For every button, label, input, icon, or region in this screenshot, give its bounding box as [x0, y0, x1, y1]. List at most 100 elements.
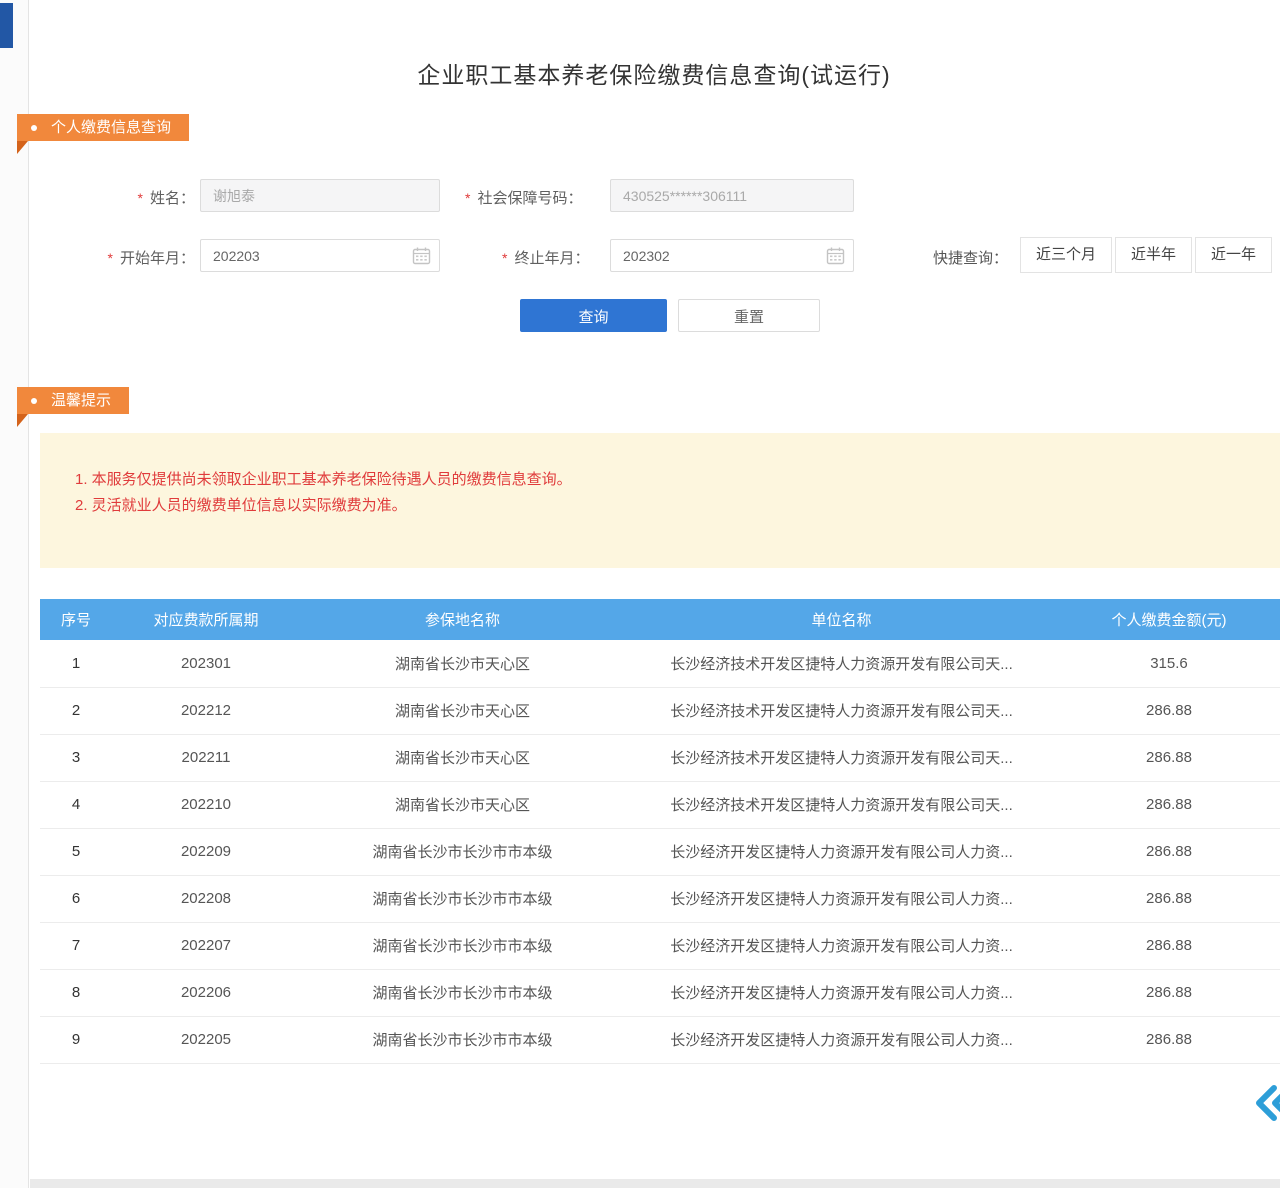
reset-button[interactable]: 重置	[678, 299, 820, 332]
column-header-amount: 个人缴费金额(元)	[1058, 599, 1280, 640]
bullet-dot	[31, 125, 37, 131]
start-month-label: *开始年月：	[80, 247, 195, 268]
table-row: 1202301湖南省长沙市天心区长沙经济技术开发区捷特人力资源开发有限公司天..…	[40, 640, 1280, 687]
cell-amount: 286.88	[1058, 875, 1280, 922]
left-sidebar-strip	[0, 0, 29, 1188]
bullet-dot	[31, 398, 37, 404]
cell-region: 湖南省长沙市长沙市市本级	[300, 1016, 625, 1063]
section-badge-query-label: 个人缴费信息查询	[51, 114, 171, 141]
cell-company: 长沙经济技术开发区捷特人力资源开发有限公司天...	[625, 640, 1058, 687]
payments-table-head: 序号对应费款所属期参保地名称单位名称个人缴费金额(元)	[40, 599, 1280, 640]
pension-query-page: 企业职工基本养老保险缴费信息查询(试运行) 个人缴费信息查询 *姓名： *社会保…	[0, 0, 1280, 1188]
cell-index: 3	[40, 734, 112, 781]
cell-period: 202206	[112, 969, 300, 1016]
ssn-label: *社会保障号码：	[465, 187, 582, 208]
section-badge-tips-label: 温馨提示	[51, 387, 111, 414]
cell-region: 湖南省长沙市长沙市市本级	[300, 922, 625, 969]
cell-amount: 286.88	[1058, 1016, 1280, 1063]
required-asterisk: *	[502, 250, 507, 266]
column-header-region: 参保地名称	[300, 599, 625, 640]
cell-index: 7	[40, 922, 112, 969]
cell-region: 湖南省长沙市天心区	[300, 781, 625, 828]
page-title: 企业职工基本养老保险缴费信息查询(试运行)	[28, 56, 1280, 90]
tips-line: 2. 灵活就业人员的缴费单位信息以实际缴费为准。	[75, 493, 1260, 519]
cell-index: 5	[40, 828, 112, 875]
cell-company: 长沙经济开发区捷特人力资源开发有限公司人力资...	[625, 1016, 1058, 1063]
cell-amount: 286.88	[1058, 687, 1280, 734]
quick-btn-last-year[interactable]: 近一年	[1195, 237, 1272, 273]
cell-company: 长沙经济技术开发区捷特人力资源开发有限公司天...	[625, 781, 1058, 828]
cell-index: 8	[40, 969, 112, 1016]
cell-period: 202208	[112, 875, 300, 922]
cell-company: 长沙经济开发区捷特人力资源开发有限公司人力资...	[625, 828, 1058, 875]
cell-index: 9	[40, 1016, 112, 1063]
payments-table: 序号对应费款所属期参保地名称单位名称个人缴费金额(元) 1202301湖南省长沙…	[40, 599, 1280, 1064]
cell-region: 湖南省长沙市天心区	[300, 734, 625, 781]
required-asterisk: *	[138, 190, 143, 206]
quick-btn-last-3-months[interactable]: 近三个月	[1020, 237, 1112, 273]
payments-table-body: 1202301湖南省长沙市天心区长沙经济技术开发区捷特人力资源开发有限公司天..…	[40, 640, 1280, 1063]
cell-index: 4	[40, 781, 112, 828]
tips-notice-box: 1. 本服务仅提供尚未领取企业职工基本养老保险待遇人员的缴费信息查询。 2. 灵…	[40, 433, 1280, 568]
name-input[interactable]	[200, 179, 440, 212]
cell-period: 202209	[112, 828, 300, 875]
column-header-company: 单位名称	[625, 599, 1058, 640]
table-header-row: 序号对应费款所属期参保地名称单位名称个人缴费金额(元)	[40, 599, 1280, 640]
table-row: 9202205湖南省长沙市长沙市市本级长沙经济开发区捷特人力资源开发有限公司人力…	[40, 1016, 1280, 1063]
column-header-period: 对应费款所属期	[112, 599, 300, 640]
required-asterisk: *	[465, 190, 470, 206]
cell-company: 长沙经济技术开发区捷特人力资源开发有限公司天...	[625, 734, 1058, 781]
cell-index: 1	[40, 640, 112, 687]
cell-amount: 286.88	[1058, 969, 1280, 1016]
cell-period: 202301	[112, 640, 300, 687]
cell-period: 202205	[112, 1016, 300, 1063]
table-row: 8202206湖南省长沙市长沙市市本级长沙经济开发区捷特人力资源开发有限公司人力…	[40, 969, 1280, 1016]
cell-company: 长沙经济开发区捷特人力资源开发有限公司人力资...	[625, 875, 1058, 922]
calendar-icon[interactable]	[412, 246, 431, 265]
cell-company: 长沙经济开发区捷特人力资源开发有限公司人力资...	[625, 969, 1058, 1016]
cell-amount: 286.88	[1058, 828, 1280, 875]
cell-region: 湖南省长沙市长沙市市本级	[300, 828, 625, 875]
cell-amount: 315.6	[1058, 640, 1280, 687]
tips-line: 1. 本服务仅提供尚未领取企业职工基本养老保险待遇人员的缴费信息查询。	[75, 467, 1260, 493]
table-row: 3202211湖南省长沙市天心区长沙经济技术开发区捷特人力资源开发有限公司天..…	[40, 734, 1280, 781]
horizontal-scrollbar-track[interactable]	[30, 1179, 1280, 1188]
cell-amount: 286.88	[1058, 781, 1280, 828]
table-row: 7202207湖南省长沙市长沙市市本级长沙经济开发区捷特人力资源开发有限公司人力…	[40, 922, 1280, 969]
table-row: 6202208湖南省长沙市长沙市市本级长沙经济开发区捷特人力资源开发有限公司人力…	[40, 875, 1280, 922]
required-asterisk: *	[108, 250, 113, 266]
cell-region: 湖南省长沙市长沙市市本级	[300, 969, 625, 1016]
end-month-field	[610, 239, 854, 272]
sidebar-collapsed-tab[interactable]	[0, 3, 13, 48]
calendar-icon[interactable]	[826, 246, 845, 265]
cell-region: 湖南省长沙市长沙市市本级	[300, 875, 625, 922]
cell-index: 6	[40, 875, 112, 922]
table-row: 2202212湖南省长沙市天心区长沙经济技术开发区捷特人力资源开发有限公司天..…	[40, 687, 1280, 734]
end-month-input[interactable]	[610, 239, 854, 272]
cell-company: 长沙经济开发区捷特人力资源开发有限公司人力资...	[625, 922, 1058, 969]
cell-period: 202212	[112, 687, 300, 734]
quick-query-label: 快捷查询：	[933, 247, 1008, 268]
ssn-input[interactable]	[610, 179, 854, 212]
query-button[interactable]: 查询	[520, 299, 667, 332]
table-row: 5202209湖南省长沙市长沙市市本级长沙经济开发区捷特人力资源开发有限公司人力…	[40, 828, 1280, 875]
start-month-input[interactable]	[200, 239, 440, 272]
cell-period: 202211	[112, 734, 300, 781]
cell-index: 2	[40, 687, 112, 734]
table-row: 4202210湖南省长沙市天心区长沙经济技术开发区捷特人力资源开发有限公司天..…	[40, 781, 1280, 828]
section-badge-tips: 温馨提示	[17, 387, 129, 414]
start-month-field	[200, 239, 440, 272]
quick-btn-last-half-year[interactable]: 近半年	[1115, 237, 1192, 273]
cell-period: 202207	[112, 922, 300, 969]
section-badge-query: 个人缴费信息查询	[17, 114, 189, 141]
cell-amount: 286.88	[1058, 734, 1280, 781]
column-header-index: 序号	[40, 599, 112, 640]
cell-period: 202210	[112, 781, 300, 828]
cell-amount: 286.88	[1058, 922, 1280, 969]
cell-company: 长沙经济技术开发区捷特人力资源开发有限公司天...	[625, 687, 1058, 734]
name-label: *姓名：	[80, 187, 195, 208]
cell-region: 湖南省长沙市天心区	[300, 640, 625, 687]
cell-region: 湖南省长沙市天心区	[300, 687, 625, 734]
end-month-label: *终止年月：	[502, 247, 589, 268]
collapse-double-chevron-icon[interactable]	[1250, 1081, 1280, 1125]
